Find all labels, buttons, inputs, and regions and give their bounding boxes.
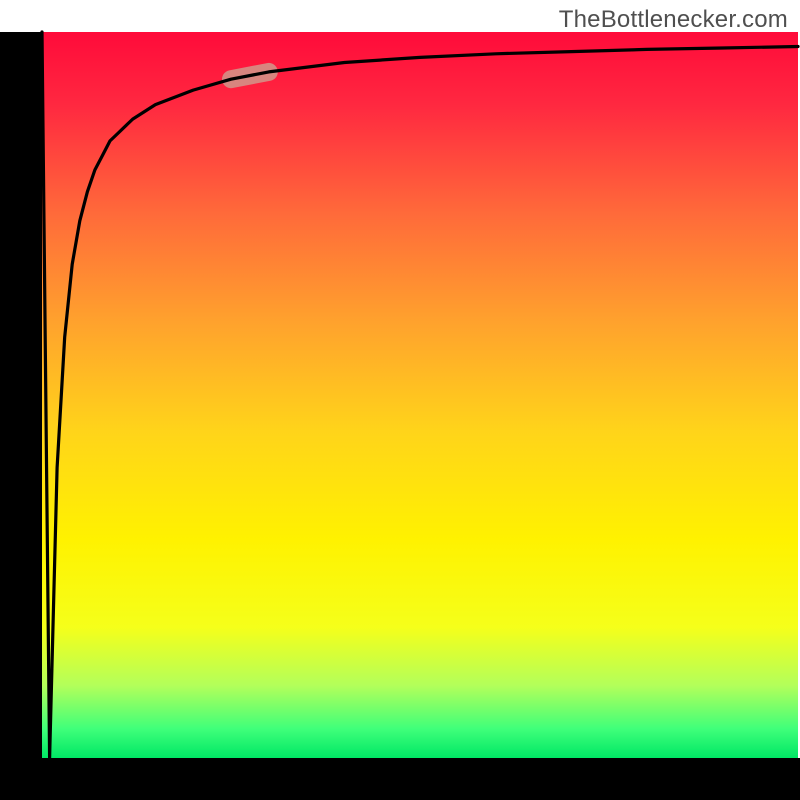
y-axis-bar xyxy=(0,32,42,800)
x-axis-bar xyxy=(0,758,800,800)
bottleneck-chart xyxy=(0,0,800,800)
plot-background xyxy=(42,32,798,758)
chart-frame: TheBottlenecker.com xyxy=(0,0,800,800)
watermark-text: TheBottlenecker.com xyxy=(559,6,788,34)
